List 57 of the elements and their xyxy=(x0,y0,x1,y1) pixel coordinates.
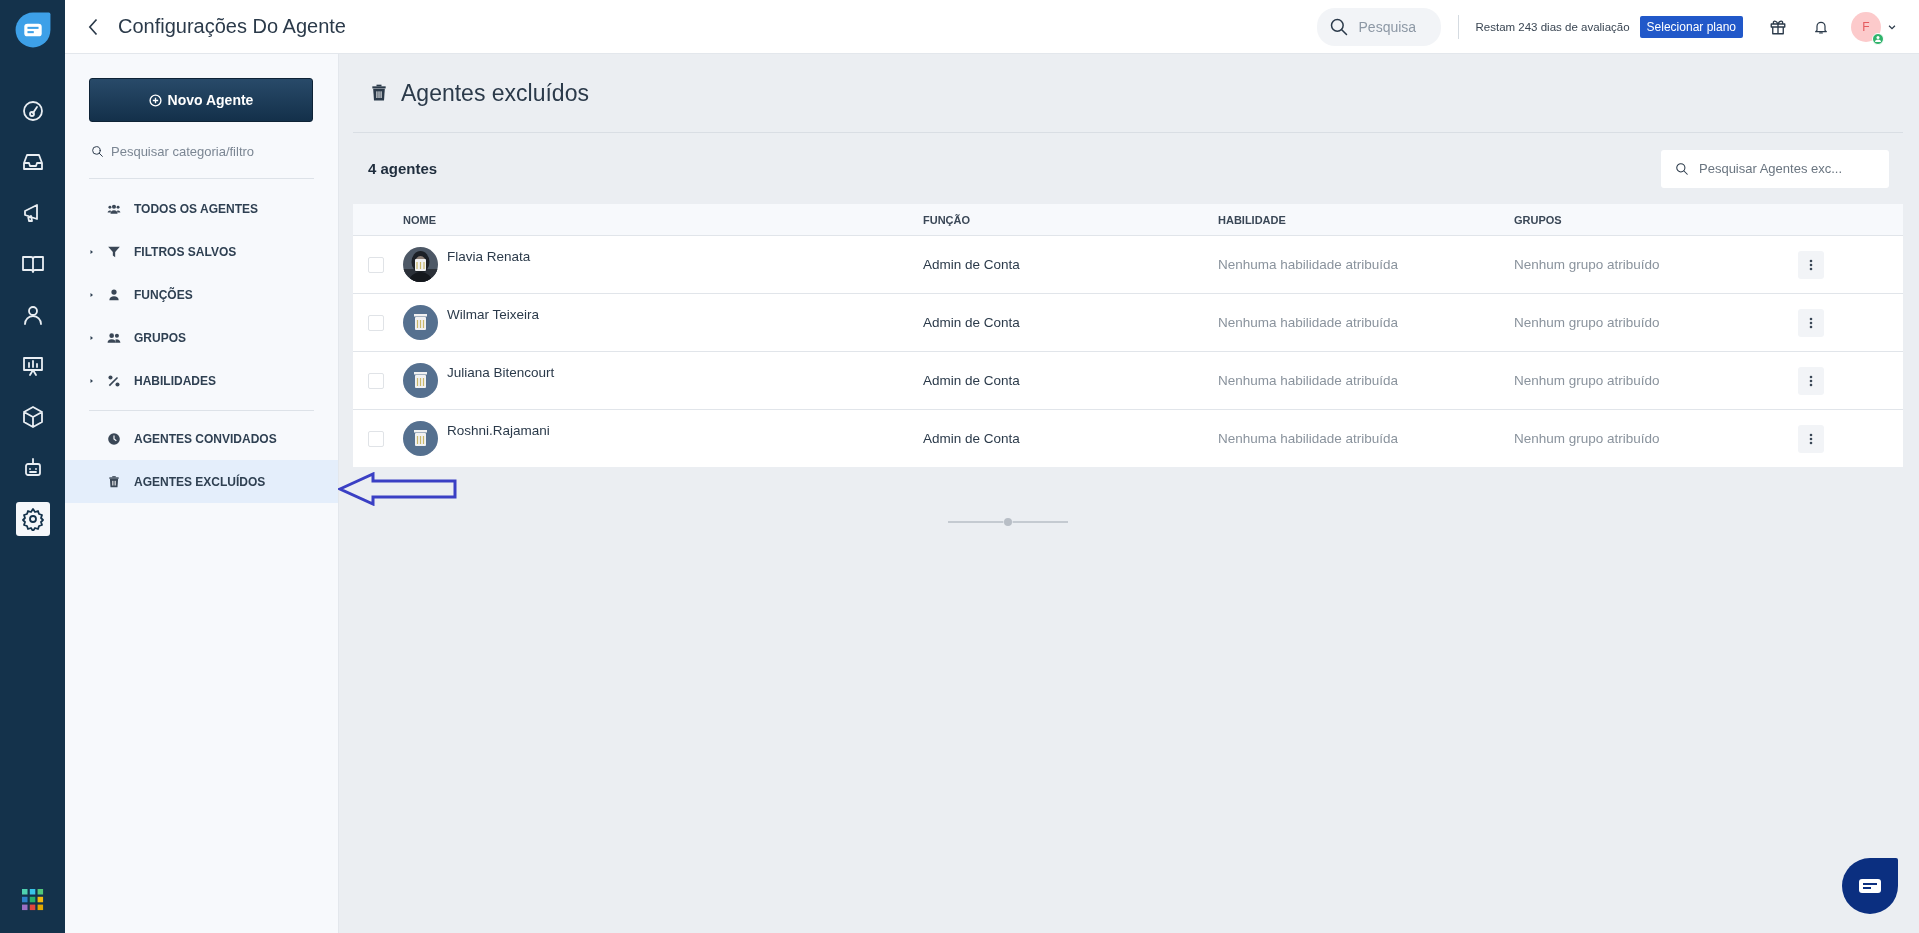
column-header: NOME xyxy=(403,213,436,226)
group-icon xyxy=(107,330,121,345)
search-icon xyxy=(1675,161,1689,176)
agent-count: 4 agentes xyxy=(368,160,438,177)
chat-launcher-icon[interactable] xyxy=(1840,856,1900,916)
search-field[interactable]: Pesquisa xyxy=(1316,7,1441,46)
select-plan-button[interactable]: Selecionar plano xyxy=(1639,15,1743,38)
search-icon xyxy=(1328,16,1349,37)
groups-cell: Nenhum grupo atribuído xyxy=(1514,431,1660,446)
sidebar-item[interactable]: FUNÇÕES xyxy=(89,273,314,316)
column-header: FUNÇÃO xyxy=(923,213,971,226)
tools-icon xyxy=(107,373,121,388)
page-title: Configurações Do Agente xyxy=(118,15,346,38)
skills-cell: Nenhuma habilidade atribuída xyxy=(1218,315,1399,330)
role-cell: Admin de Conta xyxy=(923,257,1020,272)
agent-name[interactable]: Roshni.Rajamani xyxy=(447,423,550,438)
sidebar-item[interactable]: AGENTES CONVIDADOS xyxy=(65,417,338,460)
skills-cell: Nenhuma habilidade atribuída xyxy=(1218,431,1399,446)
groups-cell: Nenhum grupo atribuído xyxy=(1514,373,1660,388)
person-icon xyxy=(107,287,121,302)
column-header: HABILIDADE xyxy=(1218,213,1286,226)
settings-icon xyxy=(20,507,45,531)
presentation-chart-icon xyxy=(20,354,45,378)
trial-notice: Restam 243 dias de avaliação xyxy=(1475,20,1630,33)
agent-name[interactable]: Flavia Renata xyxy=(447,249,531,264)
app-grid-icon xyxy=(21,889,44,911)
section-title: Agentes excluídos xyxy=(401,79,589,107)
sidebar-item[interactable]: TODOS OS AGENTES xyxy=(89,187,314,230)
agent-name[interactable]: Wilmar Teixeira xyxy=(447,307,539,322)
agent-name[interactable]: Juliana Bitencourt xyxy=(447,365,555,380)
pager-indicator-icon xyxy=(948,515,1068,529)
row-checkbox[interactable] xyxy=(368,372,384,389)
groups-cell: Nenhum grupo atribuído xyxy=(1514,257,1660,272)
cube-icon xyxy=(20,405,45,429)
sidebar-item[interactable]: GRUPOS xyxy=(89,316,314,359)
row-checkbox[interactable] xyxy=(368,314,384,331)
nav-item[interactable] xyxy=(15,502,50,536)
trash-icon xyxy=(369,82,389,104)
role-cell: Admin de Conta xyxy=(923,315,1020,330)
groups-cell: Nenhum grupo atribuído xyxy=(1514,315,1660,330)
skills-cell: Nenhuma habilidade atribuída xyxy=(1218,373,1399,388)
search-field[interactable]: Pesquisar categoria/filtro xyxy=(89,134,313,168)
search-field[interactable]: Pesquisar Agentes exc... xyxy=(1661,149,1889,188)
sidebar-item[interactable]: HABILIDADES xyxy=(89,359,314,402)
gauge-icon xyxy=(20,99,45,123)
role-cell: Admin de Conta xyxy=(923,431,1020,446)
skills-cell: Nenhuma habilidade atribuída xyxy=(1218,257,1399,272)
filter-icon xyxy=(107,244,121,259)
plus-circle-icon xyxy=(148,93,162,107)
column-header: GRUPOS xyxy=(1514,213,1562,226)
role-cell: Admin de Conta xyxy=(923,373,1020,388)
sidebar-item[interactable]: FILTROS SALVOS xyxy=(89,230,314,273)
gift-icon[interactable] xyxy=(1769,17,1787,36)
search-icon xyxy=(91,145,104,158)
new-agent-button[interactable]: Novo Agente xyxy=(89,78,313,122)
row-checkbox[interactable] xyxy=(368,256,384,273)
row-checkbox[interactable] xyxy=(368,430,384,447)
